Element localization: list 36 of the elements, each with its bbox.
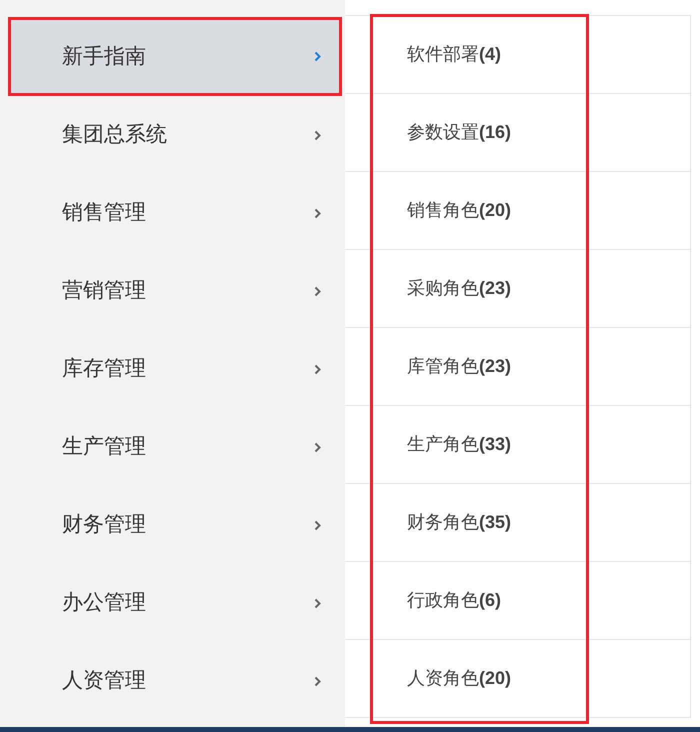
submenu-item[interactable]: 行政角色(6) bbox=[345, 562, 690, 640]
menu-label: 集团总系统 bbox=[62, 122, 167, 148]
menu-item[interactable]: 新手指南 bbox=[8, 17, 342, 96]
submenu-item[interactable]: 参数设置(16) bbox=[345, 94, 690, 172]
menu-item[interactable]: 集团总系统 bbox=[8, 96, 342, 174]
chevron-right-icon bbox=[314, 51, 321, 62]
menu-label: 生产管理 bbox=[62, 434, 146, 460]
chevron-right-icon bbox=[314, 208, 321, 218]
submenu-item[interactable]: 生产角色(33) bbox=[345, 406, 690, 484]
submenu-item[interactable]: 采购角色(23) bbox=[345, 250, 690, 328]
menu-label: 营销管理 bbox=[62, 278, 146, 304]
menu-label: 新手指南 bbox=[62, 44, 146, 70]
chevron-right-icon bbox=[314, 286, 321, 296]
chevron-right-icon bbox=[314, 676, 321, 686]
chevron-right-icon bbox=[314, 364, 321, 374]
menu-label: 人资管理 bbox=[62, 668, 146, 694]
submenu-item[interactable]: 人资角色(20) bbox=[345, 640, 690, 718]
chevron-right-icon bbox=[314, 442, 321, 452]
menu-item[interactable]: 营销管理 bbox=[8, 252, 342, 330]
menu-item[interactable]: 财务管理 bbox=[8, 486, 342, 564]
chevron-right-icon bbox=[314, 598, 321, 608]
menu-item[interactable]: 生产管理 bbox=[8, 408, 342, 486]
menu-item[interactable]: 人资管理 bbox=[8, 642, 342, 720]
chevron-right-icon bbox=[314, 520, 321, 530]
menu-label: 办公管理 bbox=[62, 590, 146, 616]
menu-label: 销售管理 bbox=[62, 200, 146, 226]
submenu-item[interactable]: 库管角色(23) bbox=[345, 328, 690, 406]
chevron-right-icon bbox=[314, 130, 321, 140]
submenu-item[interactable]: 财务角色(35) bbox=[345, 484, 690, 562]
submenu-item[interactable]: 软件部署(4) bbox=[345, 16, 690, 94]
menu-label: 财务管理 bbox=[62, 512, 146, 538]
menu-item[interactable]: 办公管理 bbox=[8, 564, 342, 642]
menu-item[interactable]: 销售管理 bbox=[8, 174, 342, 252]
menu-label: 库存管理 bbox=[62, 356, 146, 382]
menu-item[interactable]: 库存管理 bbox=[8, 330, 342, 408]
submenu-item[interactable]: 销售角色(20) bbox=[345, 172, 690, 250]
